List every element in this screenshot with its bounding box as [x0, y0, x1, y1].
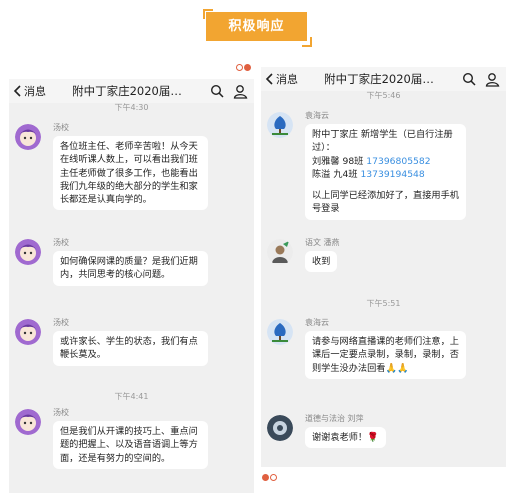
timestamp-cut: 下午5:46	[366, 91, 401, 100]
chat-screenshot-left: 消息 附中丁家庄2020届… 下午4:30 汤校 各位班主任、老师辛苦啦！从今天…	[9, 79, 254, 493]
decor-dot	[270, 474, 277, 481]
message-line: 刘雅馨 98班 17396805582	[312, 155, 459, 168]
chevron-left-icon	[265, 73, 273, 85]
banner-title: 积极响应	[206, 12, 307, 41]
message-line: 以上同学已经添加好了，直接用手机号登录	[312, 190, 459, 215]
avatar	[267, 239, 293, 265]
decor-dots-top	[236, 64, 251, 71]
avatar	[267, 112, 293, 138]
timestamp: 下午4:41	[114, 392, 149, 401]
search-icon[interactable]	[460, 70, 478, 88]
phone-link[interactable]: 17396805582	[366, 156, 430, 167]
message-bubble[interactable]: 附中丁家庄 新增学生（已自行注册过）： 刘雅馨 98班 17396805582 …	[305, 124, 466, 220]
message-line: 陈溢 九4班 13739194548	[312, 168, 459, 181]
sender-name: 汤校	[53, 408, 69, 417]
back-label: 消息	[24, 85, 46, 98]
avatar	[15, 409, 41, 435]
avatar	[267, 415, 293, 441]
chat-screenshot-right: 消息 附中丁家庄2020届… 下午5:46 袁海云 附中丁家庄 新增学生（已自行…	[261, 67, 506, 467]
message-bubble[interactable]: 收到	[305, 251, 338, 273]
group-settings-icon[interactable]	[231, 82, 249, 100]
sender-name: 语文 潘燕	[305, 238, 340, 247]
decor-dot	[236, 64, 243, 71]
sender-name: 袁海云	[305, 111, 329, 120]
timestamp-cut: 下午4:30	[114, 103, 149, 112]
praying-hands-emoji: 🙏🙏	[385, 362, 409, 374]
sender-name: 道德与法治 刘萍	[305, 414, 364, 423]
message-bubble[interactable]: 如何确保网课的质量？是我们近期内，共同思考的核心问题。	[53, 251, 208, 286]
message-bubble[interactable]: 谢谢袁老师！🌹	[305, 427, 386, 449]
chat-navbar: 消息 附中丁家庄2020届…	[9, 79, 254, 103]
student-info: 陈溢 九4班	[312, 168, 361, 180]
message-bubble[interactable]: 或许家长、学生的状态，我们有点鞭长莫及。	[53, 331, 208, 366]
timestamp: 下午5:51	[366, 299, 401, 308]
sender-name: 汤校	[53, 238, 69, 247]
avatar	[267, 319, 293, 345]
chat-title: 附中丁家庄2020届…	[324, 72, 434, 86]
chat-navbar: 消息 附中丁家庄2020届…	[261, 67, 506, 91]
group-settings-icon[interactable]	[483, 70, 501, 88]
message-text: 谢谢袁老师！	[312, 432, 368, 443]
avatar	[15, 239, 41, 265]
message-bubble[interactable]: 请参与网络直播课的老师们注意，上课后一定要点录制，录制，录制，否则学生没办法回看…	[305, 331, 466, 379]
message-line: 附中丁家庄 新增学生（已自行注册过）：	[312, 129, 453, 154]
back-label: 消息	[276, 73, 298, 86]
chat-title: 附中丁家庄2020届…	[72, 84, 182, 98]
student-info: 刘雅馨 98班	[312, 155, 367, 167]
avatar	[15, 319, 41, 345]
back-button[interactable]: 消息	[265, 71, 298, 87]
decor-dot	[244, 64, 251, 71]
search-icon[interactable]	[208, 82, 226, 100]
rose-emoji: 🌹	[367, 432, 379, 443]
phone-link[interactable]: 13739194548	[360, 169, 424, 180]
sender-name: 汤校	[53, 123, 69, 132]
sender-name: 汤校	[53, 318, 69, 327]
sender-name: 袁海云	[305, 318, 329, 327]
chevron-left-icon	[13, 85, 21, 97]
decor-dots-bottom	[262, 474, 277, 481]
decor-dot	[262, 474, 269, 481]
message-bubble[interactable]: 各位班主任、老师辛苦啦！从今天在线听课人数上，可以看出我们班主任老师做了很多工作…	[53, 136, 208, 211]
message-bubble[interactable]: 但是我们从开课的技巧上、重点问题的把握上、以及语音语调上等方面，还是有努力的空间…	[53, 421, 208, 469]
avatar	[15, 124, 41, 150]
banner-corner-bottom-right	[302, 37, 312, 47]
line-spacer	[312, 181, 459, 189]
back-button[interactable]: 消息	[13, 83, 46, 99]
